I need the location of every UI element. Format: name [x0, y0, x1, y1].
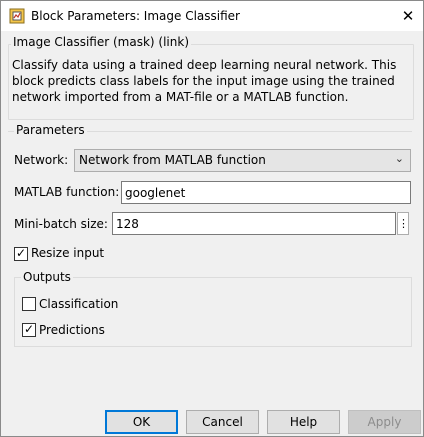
matlab-function-input[interactable] [122, 182, 410, 203]
matlab-function-field[interactable] [121, 181, 411, 204]
simulink-block-icon [9, 8, 25, 24]
matlab-function-label: MATLAB function: [14, 185, 120, 199]
network-dropdown[interactable]: Network from MATLAB function ⌄ [74, 149, 411, 172]
predictions-label: Predictions [39, 323, 105, 337]
predictions-checkbox[interactable]: ✓ [22, 322, 36, 337]
resize-input-checkbox[interactable]: ✓ [14, 246, 28, 261]
outputs-group-title: Outputs [21, 270, 73, 284]
ok-button[interactable]: OK [105, 410, 178, 434]
more-options-button[interactable]: ⋮ [397, 212, 409, 235]
classification-checkbox[interactable] [22, 297, 36, 311]
close-button[interactable]: ✕ [393, 1, 423, 31]
vertical-ellipsis-icon: ⋮ [398, 217, 409, 230]
apply-button[interactable]: Apply [348, 410, 421, 434]
resize-input-label: Resize input [31, 246, 105, 260]
mini-batch-size-input[interactable] [113, 213, 395, 234]
block-description: Classify data using a trained deep learn… [12, 58, 397, 104]
cancel-button[interactable]: Cancel [186, 410, 259, 434]
close-icon: ✕ [401, 7, 415, 25]
parameters-section-title: Parameters [14, 123, 87, 137]
block-parameters-dialog: Block Parameters: Image Classifier ✕ Ima… [0, 0, 424, 437]
dialog-body: Image Classifier (mask) (link) Classify … [1, 31, 423, 436]
checkmark-icon: ✓ [15, 246, 27, 260]
mini-batch-size-field[interactable] [112, 212, 396, 235]
chevron-down-icon: ⌄ [394, 152, 404, 165]
network-dropdown-value: Network from MATLAB function [79, 153, 266, 167]
help-button[interactable]: Help [267, 410, 340, 434]
window-title: Block Parameters: Image Classifier [31, 9, 240, 23]
network-label: Network: [14, 153, 69, 167]
checkmark-icon: ✓ [23, 322, 35, 336]
description-group-title: Image Classifier (mask) (link) [11, 35, 191, 49]
mini-batch-size-label: Mini-batch size: [14, 217, 108, 231]
classification-label: Classification [39, 297, 119, 311]
title-bar[interactable]: Block Parameters: Image Classifier ✕ [1, 1, 423, 31]
